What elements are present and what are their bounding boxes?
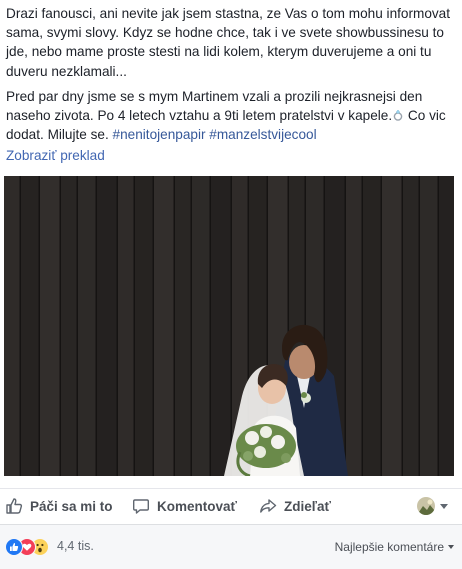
reaction-count[interactable]: 4,4 tis.: [57, 539, 94, 553]
chevron-down-icon: [448, 545, 454, 549]
comment-label: Komentovať: [157, 498, 237, 514]
like-button[interactable]: Páči sa mi to: [5, 489, 113, 523]
comment-sort-label: Najlepšie komentáre: [334, 540, 444, 554]
hashtag-link[interactable]: #nenitojenpapir: [113, 127, 206, 142]
reactions-bar: 4,4 tis. Najlepšie komentáre: [0, 524, 462, 569]
hashtag-link[interactable]: #manzelstvijecool: [209, 127, 316, 142]
see-translation-link[interactable]: Zobraziť preklad: [6, 148, 105, 163]
share-label: Zdieľať: [284, 498, 331, 514]
share-button[interactable]: Zdieľať: [259, 489, 331, 523]
thumbs-up-icon: [6, 498, 23, 514]
post-actions: Páči sa mi to Komentovať Zdieľať: [0, 488, 462, 523]
like-reaction-icon: [5, 538, 23, 556]
post-text: Drazi fanousci, ani nevite jak jsem stas…: [6, 4, 454, 144]
post-paragraph-1: Drazi fanousci, ani nevite jak jsem stas…: [6, 6, 451, 79]
wedding-photo-illustration: [4, 176, 454, 476]
ring-emoji-icon: [392, 107, 404, 121]
post-paragraph-2-text: Pred par dny jsme se s mym Martinem vzal…: [6, 88, 423, 124]
like-label: Páči sa mi to: [30, 498, 113, 514]
comment-button[interactable]: Komentovať: [132, 489, 237, 523]
chevron-down-icon: [440, 503, 448, 509]
share-arrow-icon: [260, 499, 277, 513]
comment-icon: [133, 499, 149, 514]
share-as-selector[interactable]: [417, 497, 448, 515]
wedding-photo[interactable]: [4, 176, 454, 476]
post-paragraph-2: Pred par dny jsme se s mym Martinem vzal…: [6, 87, 454, 145]
comment-sort-dropdown[interactable]: Najlepšie komentáre: [335, 540, 454, 554]
page-avatar: [417, 497, 435, 515]
